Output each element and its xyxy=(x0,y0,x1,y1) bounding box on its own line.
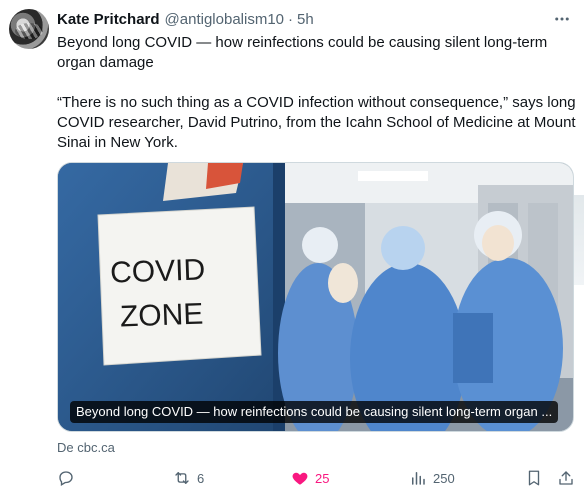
views-button[interactable]: 250 xyxy=(409,466,455,490)
reply-button[interactable] xyxy=(57,466,75,490)
tweet-paragraph-quote: “There is no such thing as a COVID infec… xyxy=(57,94,576,151)
tweet-card[interactable]: Kate Pritchard @antiglobalism10 · 5h Bey… xyxy=(0,0,584,502)
source-domain[interactable]: cbc.ca xyxy=(77,440,115,455)
bookmark-icon xyxy=(528,470,540,486)
heart-icon xyxy=(292,472,308,485)
share-icon xyxy=(559,471,573,485)
author-handle[interactable]: @antiglobalism10 xyxy=(165,11,284,28)
source-prefix: De xyxy=(57,440,74,455)
reply-icon xyxy=(59,471,73,486)
retweet-button[interactable]: 6 xyxy=(173,466,204,490)
sign-text-covid: COVID xyxy=(110,253,206,289)
tweet-paragraph-headline: Beyond long COVID — how reinfections cou… xyxy=(57,34,548,71)
like-button[interactable]: 25 xyxy=(291,466,329,490)
more-button[interactable] xyxy=(550,10,574,28)
retweet-count: 6 xyxy=(197,470,205,486)
views-count: 250 xyxy=(433,470,455,486)
avatar[interactable] xyxy=(9,9,49,49)
bookmark-button[interactable] xyxy=(525,466,543,490)
like-count: 25 xyxy=(315,470,330,486)
more-icon xyxy=(555,17,569,21)
link-source[interactable]: De cbc.ca xyxy=(57,440,115,455)
tweet-text: Beyond long COVID — how reinfections cou… xyxy=(57,33,579,153)
tweet-header: Kate Pritchard @antiglobalism10 · 5h xyxy=(57,9,314,29)
timestamp[interactable]: 5h xyxy=(297,11,314,28)
retweet-icon xyxy=(175,472,189,484)
author-name[interactable]: Kate Pritchard xyxy=(57,11,160,28)
action-bar: 6 25 250 xyxy=(57,466,574,490)
media-image: COVID ZONE xyxy=(58,163,573,431)
sign-text-zone: ZONE xyxy=(119,298,203,334)
share-button[interactable] xyxy=(557,466,575,490)
separator-dot: · xyxy=(288,10,294,28)
link-card-media[interactable]: COVID ZONE Beyond long COVID — how reinf… xyxy=(57,162,574,432)
link-card-title[interactable]: Beyond long COVID — how reinfections cou… xyxy=(70,401,559,423)
views-icon xyxy=(412,472,425,485)
scrollbar-edge xyxy=(574,195,584,285)
